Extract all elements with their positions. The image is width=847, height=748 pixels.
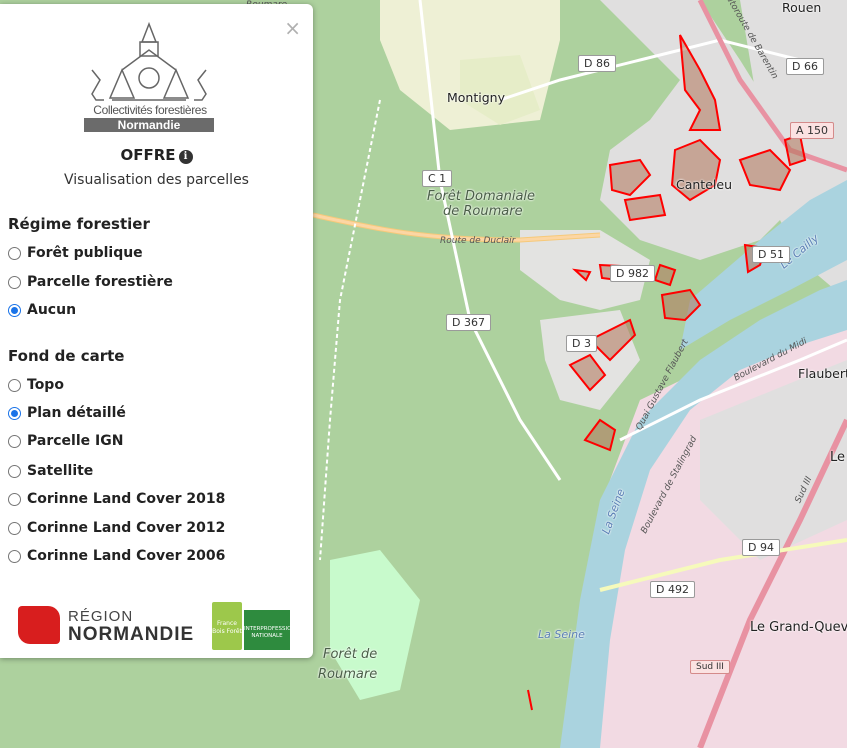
road-shield: D 492 bbox=[650, 581, 695, 598]
parcel[interactable] bbox=[653, 263, 677, 287]
radio-button[interactable] bbox=[8, 434, 21, 448]
map-label-forest: Roumare bbox=[318, 667, 378, 682]
map-label-town: Rouen bbox=[782, 0, 822, 15]
road-shield: D 3 bbox=[566, 335, 597, 352]
road-shield: D 51 bbox=[752, 246, 790, 263]
logo-line2: Normandie bbox=[84, 118, 214, 132]
map-label-town: Montigny bbox=[447, 90, 505, 105]
regime-section-title: Régime forestier bbox=[8, 215, 150, 233]
radio-button[interactable] bbox=[8, 246, 21, 260]
fbf-logo-line2: INTERPROFESSION NATIONALE bbox=[244, 610, 296, 650]
radio-label: Topo bbox=[27, 377, 64, 393]
radio-button[interactable] bbox=[8, 549, 21, 563]
info-icon[interactable]: i bbox=[178, 150, 193, 164]
radio-clc-2006[interactable]: Corinne Land Cover 2006 bbox=[8, 548, 225, 564]
map-label-forest: de Roumare bbox=[443, 204, 523, 219]
radio-topo[interactable]: Topo bbox=[8, 377, 64, 393]
radio-label: Aucun bbox=[27, 302, 77, 318]
region-flag-icon bbox=[18, 606, 60, 644]
radio-clc-2018[interactable]: Corinne Land Cover 2018 bbox=[8, 491, 225, 507]
page-title: OFFRE i bbox=[0, 146, 313, 164]
map-label-town: Le bbox=[830, 450, 846, 465]
france-bois-foret-logo: France Bois Forêt INTERPROFESSION NATION… bbox=[212, 602, 296, 652]
map-label-town: Le Grand-Quev bbox=[750, 620, 847, 635]
radio-button[interactable] bbox=[8, 378, 21, 392]
radio-parcelle-forestiere[interactable]: Parcelle forestière bbox=[8, 274, 173, 290]
radio-clc-2012[interactable]: Corinne Land Cover 2012 bbox=[8, 520, 225, 536]
close-icon[interactable]: × bbox=[284, 18, 301, 38]
radio-label: Satellite bbox=[27, 463, 94, 479]
map-label-town: Flaubert bbox=[798, 366, 847, 381]
radio-label: Parcelle IGN bbox=[27, 433, 124, 449]
region-logo-line1: RÉGION bbox=[68, 608, 134, 625]
radio-aucun[interactable]: Aucun bbox=[8, 302, 76, 318]
layer-control-panel: × Collectivités forestières Normandie OF… bbox=[0, 4, 313, 658]
road-shield: Sud III bbox=[690, 660, 730, 674]
radio-satellite[interactable]: Satellite bbox=[8, 463, 93, 479]
radio-foret-publique[interactable]: Forêt publique bbox=[8, 245, 143, 261]
radio-button[interactable] bbox=[8, 275, 21, 289]
radio-label: Corinne Land Cover 2018 bbox=[27, 491, 226, 507]
fbf-logo-line1: France Bois Forêt bbox=[212, 602, 242, 650]
logo-line1: Collectivités forestières bbox=[93, 103, 207, 117]
region-normandie-logo: RÉGION NORMANDIE bbox=[18, 606, 208, 646]
road-shield: A 150 bbox=[790, 122, 835, 139]
road-shield: D 86 bbox=[578, 55, 616, 72]
radio-button[interactable] bbox=[8, 406, 21, 420]
page-title-text: OFFRE bbox=[120, 146, 176, 164]
radio-label: Corinne Land Cover 2006 bbox=[27, 548, 226, 564]
road-shield: C 1 bbox=[422, 170, 453, 187]
radio-label: Forêt publique bbox=[27, 245, 143, 261]
basemap-section-title: Fond de carte bbox=[8, 347, 125, 365]
region-logo-line2: NORMANDIE bbox=[68, 624, 195, 645]
radio-button[interactable] bbox=[8, 464, 21, 478]
road-shield: D 982 bbox=[610, 265, 655, 282]
map-label-town: Canteleu bbox=[676, 177, 732, 192]
road-shield: D 367 bbox=[446, 314, 491, 331]
radio-label: Plan détaillé bbox=[27, 405, 126, 421]
map-label-forest: Forêt de bbox=[323, 647, 378, 662]
radio-parcelle-ign[interactable]: Parcelle IGN bbox=[8, 433, 123, 449]
radio-button[interactable] bbox=[8, 492, 21, 506]
map-label-forest: Forêt Domaniale bbox=[427, 189, 536, 204]
road-shield: D 94 bbox=[742, 539, 780, 556]
radio-plan-detaille[interactable]: Plan détaillé bbox=[8, 405, 126, 421]
radio-button[interactable] bbox=[8, 521, 21, 535]
map-label-water: La Seine bbox=[538, 628, 585, 641]
radio-label: Parcelle forestière bbox=[27, 274, 173, 290]
radio-label: Corinne Land Cover 2012 bbox=[27, 520, 226, 536]
page-subtitle: Visualisation des parcelles bbox=[64, 172, 249, 188]
parcel[interactable] bbox=[623, 193, 667, 222]
road-shield: D 66 bbox=[786, 58, 824, 75]
map-label-road: Route de Duclair bbox=[440, 236, 516, 246]
radio-button[interactable] bbox=[8, 303, 21, 317]
